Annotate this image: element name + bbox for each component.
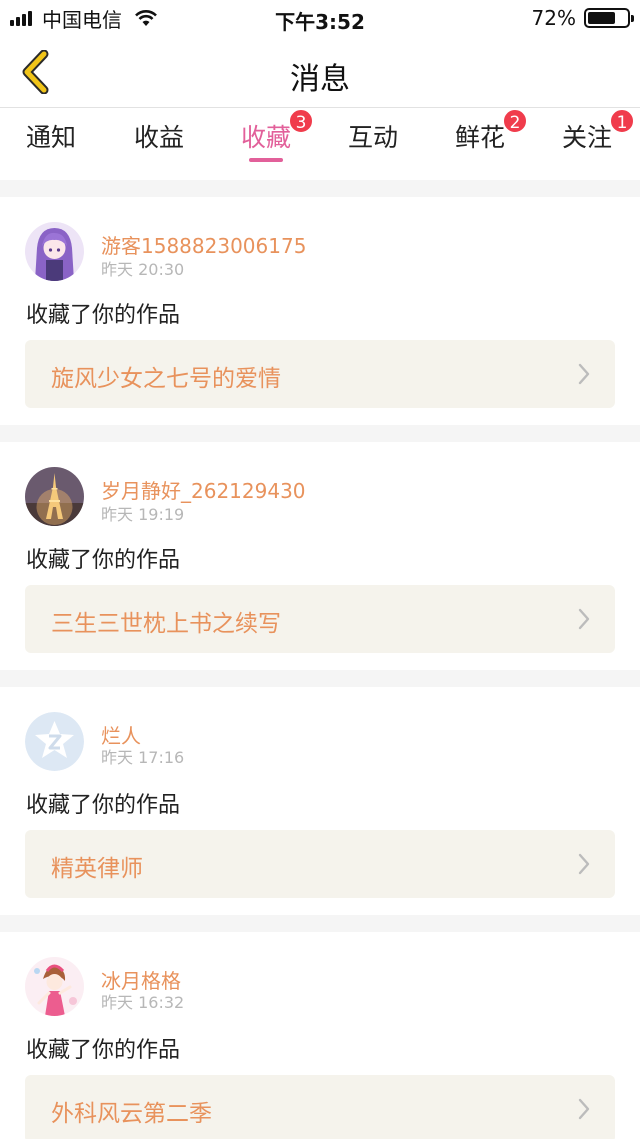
tab-badge: 3	[288, 108, 314, 134]
message-text: 收藏了你的作品	[26, 548, 181, 573]
tab-interactions[interactable]: 互动	[333, 116, 413, 172]
message-time: 昨天 16:32	[101, 993, 185, 1012]
battery-fill	[588, 12, 615, 24]
work-title: 外科风云第二季	[51, 1101, 212, 1127]
message-time: 昨天 20:30	[101, 260, 185, 279]
anime-girl-avatar	[25, 222, 84, 281]
tab-bar: 通知 收益 收藏 3 互动 鲜花 2 关注 1	[0, 108, 640, 180]
message-card: 冰月格格 昨天 16:32 收藏了你的作品 外科风云第二季	[0, 932, 640, 1139]
tab-badge: 1	[609, 108, 635, 134]
tab-favorites[interactable]: 收藏 3	[226, 108, 314, 172]
work-link[interactable]: 外科风云第二季	[25, 1075, 615, 1139]
tab-label: 通知	[25, 123, 76, 152]
tab-following[interactable]: 关注 1	[547, 108, 635, 172]
chevron-right-icon	[578, 853, 590, 875]
tab-label: 收益	[133, 123, 184, 152]
work-link[interactable]: 旋风少女之七号的爱情	[25, 340, 615, 408]
work-title: 旋风少女之七号的爱情	[51, 366, 281, 392]
status-bar: 中国电信 下午3:52 72%	[0, 0, 640, 36]
battery-tip	[631, 15, 634, 22]
tab-earnings[interactable]: 收益	[119, 116, 199, 172]
active-tab-indicator	[249, 158, 283, 162]
avatar[interactable]	[25, 957, 84, 1016]
work-title: 三生三世枕上书之续写	[51, 611, 281, 637]
chevron-right-icon	[578, 363, 590, 385]
user-name[interactable]: 岁月静好_262129430	[101, 475, 306, 504]
message-card: 烂人 昨天 17:16 收藏了你的作品 精英律师	[0, 687, 640, 915]
tab-flowers[interactable]: 鲜花 2	[440, 108, 528, 172]
avatar[interactable]	[25, 467, 84, 526]
message-card: 游客1588823006175 昨天 20:30 收藏了你的作品 旋风少女之七号…	[0, 197, 640, 425]
message-text: 收藏了你的作品	[26, 793, 181, 818]
chevron-right-icon	[578, 608, 590, 630]
avatar[interactable]	[25, 222, 84, 281]
tab-badge: 2	[502, 108, 528, 134]
message-text: 收藏了你的作品	[26, 1038, 181, 1063]
anime-pink-girl-avatar	[25, 957, 84, 1016]
qq-default-avatar	[25, 712, 84, 771]
message-time: 昨天 19:19	[101, 505, 185, 524]
avatar[interactable]	[25, 712, 84, 771]
eiffel-tower-avatar	[25, 467, 84, 526]
message-card: 岁月静好_262129430 昨天 19:19 收藏了你的作品 三生三世枕上书之…	[0, 442, 640, 670]
work-link[interactable]: 精英律师	[25, 830, 615, 898]
page-title: 消息	[290, 62, 350, 97]
battery-percent: 72%	[531, 6, 576, 30]
tab-label: 互动	[347, 123, 398, 152]
user-name[interactable]: 游客1588823006175	[101, 230, 306, 259]
message-time: 昨天 17:16	[101, 748, 185, 767]
work-title: 精英律师	[51, 856, 143, 882]
status-right: 72%	[531, 6, 634, 30]
work-link[interactable]: 三生三世枕上书之续写	[25, 585, 615, 653]
battery-icon	[584, 8, 634, 28]
chevron-right-icon	[578, 1098, 590, 1120]
message-text: 收藏了你的作品	[26, 303, 181, 328]
nav-bar: 消息	[0, 36, 640, 108]
tab-notifications[interactable]: 通知	[11, 116, 91, 172]
